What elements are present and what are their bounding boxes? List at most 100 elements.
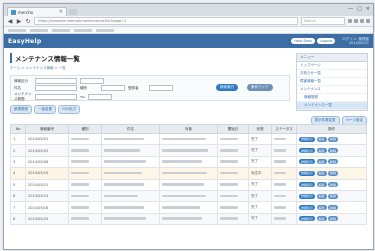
period-end-input[interactable]: [88, 94, 113, 100]
menu-icon[interactable]: [366, 19, 370, 23]
type-select[interactable]: [101, 85, 125, 91]
sidebar-item-top[interactable]: トップページ: [297, 62, 367, 70]
table-row[interactable]: 2 2014/05/03 完了 詳細表示 編集 削除: [10, 144, 367, 157]
edit-button[interactable]: 編集: [316, 193, 327, 199]
maximize-icon[interactable]: □: [357, 6, 362, 12]
table-row[interactable]: 1 2014/05/01 完了 詳細表示 編集 削除: [10, 132, 367, 146]
cell-status-redacted: [271, 212, 297, 226]
bookmark-item[interactable]: [30, 28, 48, 32]
table-row[interactable]: 6 2014/05/15 完了 詳細表示 編集 削除: [10, 189, 367, 203]
tab-close-icon[interactable]: ×: [59, 9, 63, 15]
address-bar[interactable]: https://example.internal/maintenance/lis…: [34, 17, 298, 25]
col-header-subject[interactable]: 件名: [101, 124, 160, 134]
sidebar-header: メニュー: [297, 54, 367, 62]
edit-button[interactable]: 編集: [316, 136, 327, 142]
delete-button[interactable]: 削除: [328, 148, 339, 154]
clear-button[interactable]: 条件クリア: [247, 84, 273, 91]
category-select[interactable]: [35, 78, 77, 84]
cell-id: 2014/05/10: [25, 167, 69, 180]
browser-tab[interactable]: mercho ×: [7, 7, 67, 16]
logout-button[interactable]: Logout: [317, 38, 336, 44]
period-start-input[interactable]: [35, 94, 77, 100]
delete-button[interactable]: 削除: [328, 216, 339, 222]
detail-button[interactable]: 詳細表示: [299, 216, 316, 222]
delete-button[interactable]: 削除: [328, 136, 339, 142]
table-header-row: No 情報番号 種別 件名 対象 開始日 状態 ステータス 操作: [10, 124, 367, 134]
browser-search-input[interactable]: Search: [301, 17, 345, 25]
edit-button[interactable]: 編集: [316, 182, 327, 188]
col-header-state[interactable]: 状態: [248, 124, 272, 134]
edit-button[interactable]: 編集: [316, 170, 327, 176]
period-label: メンテナンス期間: [14, 92, 32, 101]
bulk-edit-button[interactable]: 一括変更: [34, 105, 56, 114]
forward-icon[interactable]: ▶: [16, 18, 22, 25]
col-header-id[interactable]: 情報番号: [25, 124, 69, 134]
subject-input[interactable]: [35, 85, 77, 91]
cell-subject-redacted: [101, 178, 160, 191]
cell-state: 完了: [248, 155, 272, 169]
cell-id: 2014/05/18: [25, 201, 69, 214]
bookmark-item[interactable]: [52, 28, 70, 32]
sidebar-item-maintenance-list[interactable]: メンテナンス一覧: [297, 102, 367, 110]
cell-type-redacted: [68, 144, 102, 157]
detail-button[interactable]: 詳細表示: [299, 205, 316, 211]
cell-state: 完了: [248, 144, 272, 157]
delete-button[interactable]: 削除: [328, 170, 339, 176]
detail-button[interactable]: 詳細表示: [299, 193, 316, 199]
new-tab-button[interactable]: [69, 9, 77, 15]
app-logo[interactable]: EasyHelp: [8, 38, 41, 45]
detail-button[interactable]: 詳細表示: [299, 136, 316, 142]
cell-state: 完了: [248, 212, 272, 226]
edit-button[interactable]: 編集: [316, 205, 327, 211]
close-icon[interactable]: ×: [366, 6, 370, 12]
delete-button[interactable]: 削除: [328, 193, 339, 199]
edit-button[interactable]: 編集: [316, 148, 327, 154]
detail-button[interactable]: 詳細表示: [299, 182, 316, 188]
breadcrumb[interactable]: ホーム > メンテナンス情報 > 一覧: [10, 66, 290, 71]
sidebar-item-register[interactable]: 情報登録: [297, 94, 367, 102]
cell-no: 2: [10, 144, 26, 157]
helpdesk-button[interactable]: Help Desk: [291, 38, 316, 44]
reload-icon[interactable]: ↻: [25, 18, 31, 25]
new-button[interactable]: 新規登録: [10, 105, 32, 114]
sidebar-item-incidents[interactable]: 障害情報一覧: [297, 78, 367, 86]
table-row-highlighted[interactable]: 4 2014/05/10 対応中 詳細表示 編集 削除: [10, 167, 367, 180]
bookmark-item[interactable]: [74, 28, 92, 32]
bookmark-item[interactable]: [96, 28, 114, 32]
col-header-status[interactable]: ステータス: [271, 124, 297, 134]
bookmark-item[interactable]: [8, 28, 26, 32]
delete-button[interactable]: 削除: [328, 159, 339, 165]
col-header-type[interactable]: 種別: [68, 124, 102, 134]
col-header-start[interactable]: 開始日: [217, 124, 249, 134]
home-icon[interactable]: [360, 19, 364, 23]
bookmarks-bar: [4, 27, 373, 34]
edit-button[interactable]: 編集: [316, 159, 327, 165]
table-row[interactable]: 8 2014/05/20 完了 詳細表示 編集 削除: [10, 212, 367, 226]
edit-button[interactable]: 編集: [316, 216, 327, 222]
table-row[interactable]: 7 2014/05/18 完了 詳細表示 編集 削除: [10, 201, 367, 214]
delete-button[interactable]: 削除: [328, 205, 339, 211]
table-row[interactable]: 3 2014/05/08 完了 詳細表示 編集 削除: [10, 155, 367, 169]
sidebar-item-maintenance[interactable]: メンテナンス: [297, 86, 367, 94]
category-select-2[interactable]: [80, 78, 104, 84]
table-row[interactable]: 5 2014/05/12 完了 詳細表示 編集 削除: [10, 178, 367, 191]
search-button[interactable]: 検索実行: [216, 84, 238, 91]
registrant-input[interactable]: [149, 85, 173, 91]
search-form: 情報区分 件名 種別 登録者 メンテナンス期間 〜 検索実行 条件クリア: [10, 75, 290, 101]
col-header-no[interactable]: No: [10, 124, 26, 134]
download-icon[interactable]: [354, 19, 358, 23]
app-header: EasyHelp Help Desk Logout ログイン: 管理者 2014…: [4, 34, 373, 48]
detail-button[interactable]: 詳細表示: [299, 148, 316, 154]
detail-button[interactable]: 詳細表示: [299, 159, 316, 165]
delete-button[interactable]: 削除: [328, 182, 339, 188]
cell-type-redacted: [68, 167, 102, 180]
main-panel: メンテナンス情報一覧 ホーム > メンテナンス情報 > 一覧 情報区分 件名 種…: [10, 53, 290, 117]
back-icon[interactable]: ◀: [7, 18, 13, 25]
col-header-target[interactable]: 対象: [159, 124, 218, 134]
detail-button[interactable]: 詳細表示: [299, 170, 316, 176]
minimize-icon[interactable]: —: [348, 6, 353, 12]
cell-status-redacted: [271, 132, 297, 146]
export-button[interactable]: CSV出力: [58, 105, 81, 114]
sidebar-item-news[interactable]: お知らせ一覧: [297, 70, 367, 78]
bookmark-star-icon[interactable]: [348, 19, 352, 23]
